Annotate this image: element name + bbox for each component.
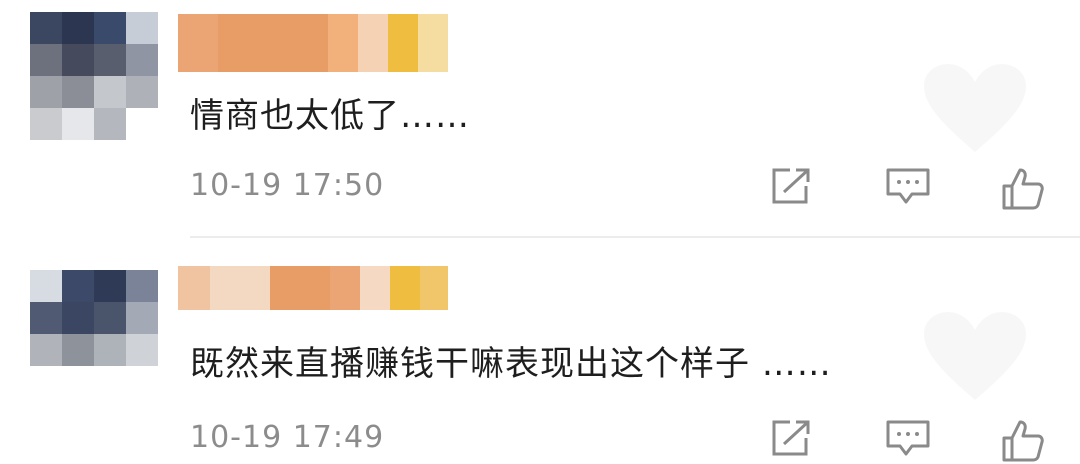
heart-watermark-icon [924,312,1026,400]
heart-watermark-icon [924,64,1026,152]
share-button[interactable] [770,166,814,206]
comment-item: 既然来直播赚钱干嘛表现出这个样子 …… 10-19 17:49 [0,238,1080,462]
avatar-blurred[interactable] [30,270,180,390]
avatar-blurred[interactable] [30,12,180,140]
reply-button[interactable] [884,418,932,458]
share-button[interactable] [770,418,814,458]
comment-item: 情商也太低了…… 10-19 17:50 [0,0,1080,238]
comment-timestamp: 10-19 17:50 [190,168,385,203]
username-blurred[interactable] [178,14,450,72]
comment-icon [886,168,930,204]
username-blurred[interactable] [178,266,450,310]
comment-text: 既然来直播赚钱干嘛表现出这个样子 …… [190,344,832,384]
like-button[interactable] [998,166,1046,212]
like-button[interactable] [998,418,1046,464]
share-icon [772,168,810,204]
comment-text: 情商也太低了…… [190,96,470,136]
thumbs-up-icon [1002,168,1044,210]
comment-icon [886,420,930,456]
comment-timestamp: 10-19 17:49 [190,420,385,455]
thumbs-up-icon [1002,420,1044,462]
reply-button[interactable] [884,166,932,206]
share-icon [772,420,810,456]
